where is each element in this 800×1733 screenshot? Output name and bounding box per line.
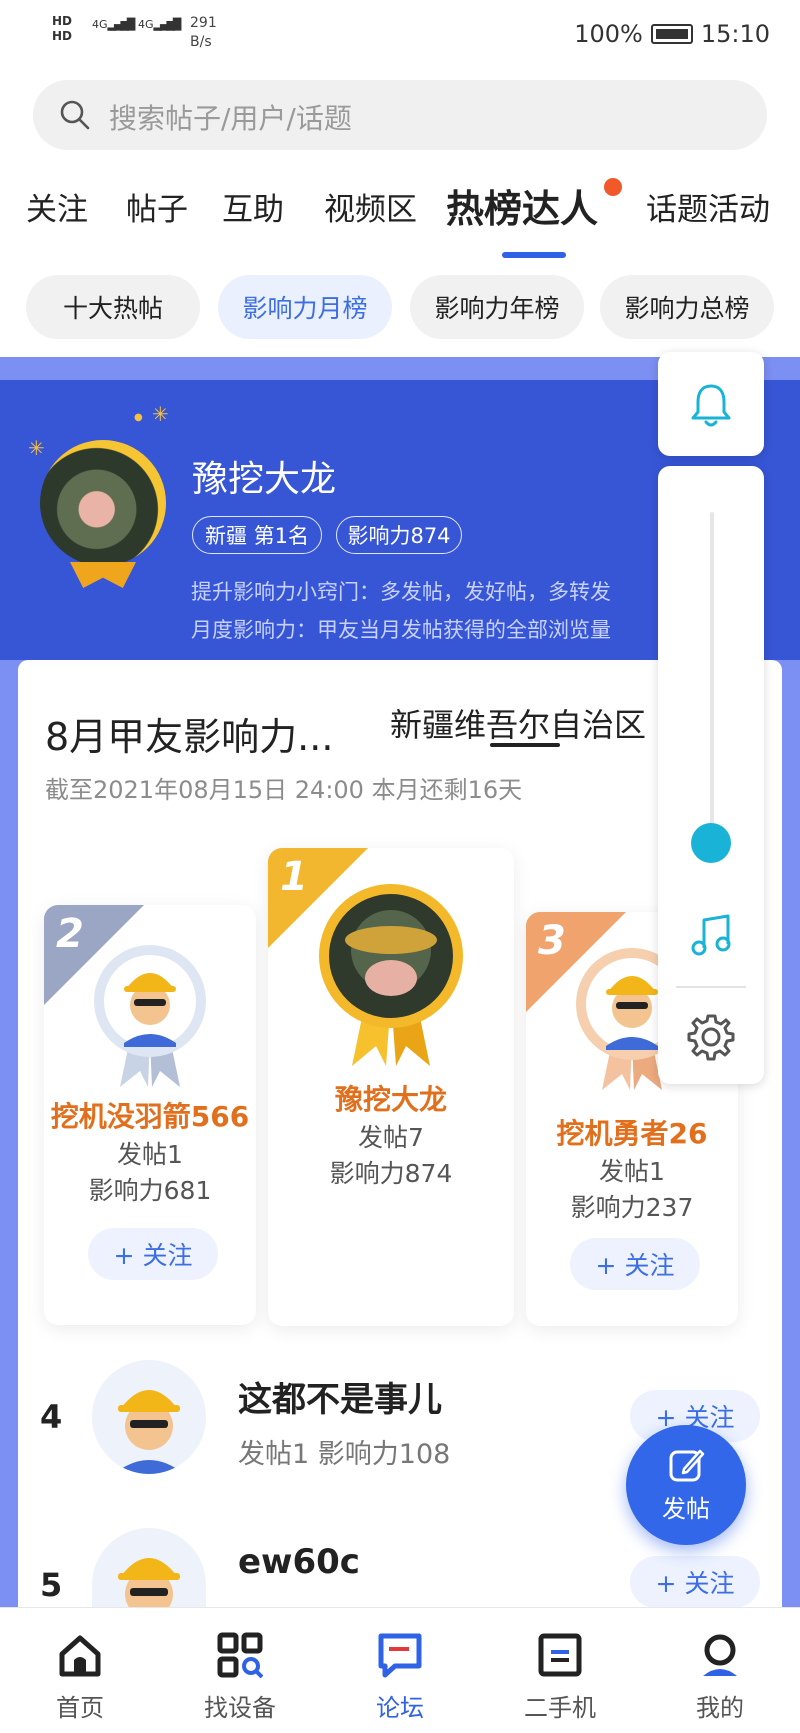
podium-card-2[interactable]: 2 挖机没羽箭566 发帖1 影响力681 + 关注 [44, 905, 256, 1325]
sparkle-icon: ✳ [28, 436, 45, 460]
notification-dot [604, 178, 622, 196]
podium-posts: 发帖7 [358, 1123, 424, 1152]
follow-button[interactable]: + 关注 [88, 1228, 218, 1280]
notification-panel[interactable] [658, 352, 764, 456]
podium-influence: 影响力681 [88, 1176, 212, 1205]
nav-find-equipment[interactable]: 找设备 [160, 1608, 320, 1733]
used-machine-icon [538, 1633, 582, 1677]
profile-icon [703, 1634, 737, 1676]
edit-icon [669, 1449, 705, 1482]
volume-slider-track[interactable] [710, 512, 714, 842]
battery-icon [650, 24, 693, 44]
rank-number: 3 [538, 918, 566, 964]
new-post-button[interactable]: 发帖 [626, 1425, 746, 1545]
podium-posts: 发帖1 [117, 1140, 183, 1169]
subtab-monthly[interactable]: 影响力月榜 [218, 275, 392, 339]
search-icon [60, 100, 90, 130]
nav-home[interactable]: 首页 [0, 1608, 160, 1733]
main-tabs: 关注 帖子 互助 视频区 热榜达人 话题活动 [0, 180, 800, 260]
clock: 15:10 [700, 20, 770, 48]
nav-forum[interactable]: 论坛 [320, 1608, 480, 1733]
nav-label: 找设备 [204, 1694, 276, 1722]
bell-icon [691, 384, 731, 427]
top-user-name[interactable]: 豫挖大龙 [192, 450, 336, 502]
speed-value: 291 [190, 15, 217, 31]
grid-search-icon [217, 1632, 263, 1678]
region-underline [490, 743, 560, 747]
active-tab-indicator [502, 252, 566, 258]
sparkle-icon: ✳ [152, 402, 169, 426]
podium-posts: 发帖1 [599, 1157, 665, 1186]
row-name[interactable]: 这都不是事儿 [238, 1372, 442, 1421]
row-name[interactable]: ew60c [238, 1542, 360, 1582]
worker-avatar-icon [94, 945, 206, 1087]
speed-unit: B/s [190, 34, 212, 50]
signal-icon-1: 4G▂▄▆█ [92, 18, 135, 31]
signal-icon-2: 4G▂▄▆█ [138, 18, 181, 31]
podium-name[interactable]: 豫挖大龙 [268, 1078, 514, 1118]
row-rank: 4 [40, 1398, 63, 1436]
hd-indicators: HD HD [52, 14, 72, 44]
nav-used-machines[interactable]: 二手机 [480, 1608, 640, 1733]
region-selector[interactable]: 新疆维吾尔自治区 [390, 700, 646, 746]
influence-tip: 提升影响力小窍门：多发帖，发好帖，多转发 [191, 580, 611, 604]
podium-name[interactable]: 挖机勇者26 [526, 1112, 738, 1152]
status-bar: HD HD 4G▂▄▆█ 4G▂▄▆█ 291 B/s 100% 15:10 [0, 0, 800, 68]
search-bar[interactable]: 搜索帖子/用户/话题 [33, 80, 767, 150]
forum-icon [378, 1633, 422, 1678]
tab-help[interactable]: 互助 [222, 184, 284, 229]
podium-influence: 影响力237 [570, 1193, 694, 1222]
tab-topic-activities[interactable]: 话题活动 [646, 184, 770, 229]
nav-label: 论坛 [376, 1694, 424, 1722]
nav-label: 二手机 [524, 1694, 596, 1722]
top-user-avatar[interactable] [40, 440, 166, 566]
region-rank-badge: 新疆 第1名 [192, 516, 322, 554]
podium-name[interactable]: 挖机没羽箭566 [44, 1095, 256, 1135]
signal-label-2: 4G [138, 18, 154, 31]
hd-indicator-2: HD [52, 29, 73, 43]
subtab-yearly[interactable]: 影响力年榜 [410, 275, 584, 339]
signal-label-1: 4G [92, 18, 108, 31]
search-placeholder: 搜索帖子/用户/话题 [109, 102, 352, 135]
tab-follow[interactable]: 关注 [26, 184, 88, 229]
home-icon [59, 1635, 101, 1677]
tab-posts[interactable]: 帖子 [126, 184, 188, 229]
podium-card-1[interactable]: 1 豫挖大龙 发帖7 影响力874 [268, 848, 514, 1326]
music-note-icon[interactable] [688, 912, 734, 958]
nav-label: 我的 [696, 1694, 744, 1722]
nav-profile[interactable]: 我的 [640, 1608, 800, 1733]
follow-button[interactable]: + 关注 [570, 1238, 700, 1290]
subtab-total[interactable]: 影响力总榜 [600, 275, 774, 339]
bottom-nav: 首页 找设备 论坛 二手机 我的 [0, 1607, 800, 1733]
gold-medal-icon [319, 884, 463, 1066]
rank-number: 1 [280, 854, 308, 900]
row-avatar[interactable] [92, 1360, 206, 1474]
volume-slider-handle[interactable] [691, 823, 731, 863]
new-post-label: 发帖 [662, 1495, 710, 1523]
tab-hot-experts[interactable]: 热榜达人 [446, 178, 598, 233]
panel-divider [676, 986, 746, 988]
follow-button[interactable]: + 关注 [630, 1556, 760, 1608]
row-stats: 发帖1 影响力108 [238, 1439, 451, 1470]
sparkle-icon: ● [134, 412, 143, 423]
gear-icon[interactable] [686, 1012, 736, 1062]
deadline-text: 截至2021年08月15日 24:00 本月还剩16天 [45, 776, 523, 804]
leaderboard-title: 8月甲友影响力... [45, 715, 334, 759]
nav-label: 首页 [56, 1694, 104, 1722]
hd-indicator-1: HD [52, 14, 73, 28]
tab-video[interactable]: 视频区 [324, 184, 417, 229]
worker-avatar-icon [114, 1390, 184, 1474]
subtab-top-ten[interactable]: 十大热帖 [26, 275, 200, 339]
podium-influence: 影响力874 [329, 1159, 453, 1188]
influence-badge: 影响力874 [336, 516, 462, 554]
status-right: 100% 15:10 [574, 20, 770, 48]
influence-definition: 月度影响力：甲友当月发帖获得的全部浏览量 [191, 618, 611, 642]
battery-percent: 100% [574, 20, 643, 48]
network-speed: 291 B/s [190, 14, 217, 52]
row-rank: 5 [40, 1566, 63, 1604]
rank-number: 2 [56, 911, 84, 957]
